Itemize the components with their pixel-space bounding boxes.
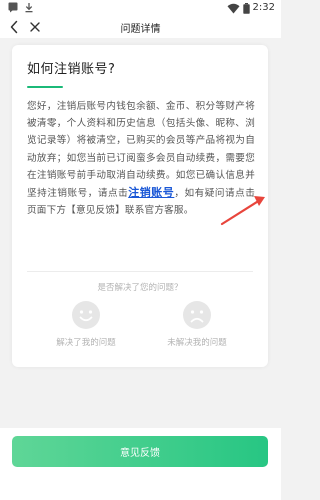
title-underline	[27, 86, 63, 88]
status-bar-right: 2:32	[227, 1, 275, 15]
feedback-button[interactable]: 意见反馈	[12, 436, 268, 467]
smile-face-icon	[72, 301, 100, 329]
unsolved-label: 未解决我的问题	[167, 338, 227, 348]
status-time: 2:32	[252, 2, 275, 13]
divider	[27, 271, 253, 272]
status-bar-left	[8, 2, 34, 13]
deregister-account-link[interactable]: 注销账号	[128, 186, 174, 199]
answer-text-part1: 您好，注销后账号内钱包余额、金币、积分等财产将被清零，个人资料和历史信息（包括头…	[27, 101, 255, 200]
status-bar: 2:32	[0, 0, 281, 16]
download-icon	[25, 3, 33, 13]
solved-button[interactable]: 解决了我的问题	[41, 301, 131, 348]
message-square-icon	[8, 2, 18, 13]
sad-face-icon	[183, 301, 211, 329]
solved-label: 解决了我的问题	[56, 338, 116, 348]
unsolved-button[interactable]: 未解决我的问题	[152, 301, 242, 348]
page-title: 问题详情	[120, 24, 161, 35]
red-arrow-icon	[220, 196, 265, 226]
question-title: 如何注销账号?	[27, 62, 116, 77]
wifi-icon	[227, 3, 240, 14]
battery-icon	[242, 2, 250, 14]
feedback-question: 是否解决了您的问题？	[97, 283, 183, 293]
nav-bar: 问题详情	[0, 16, 281, 38]
